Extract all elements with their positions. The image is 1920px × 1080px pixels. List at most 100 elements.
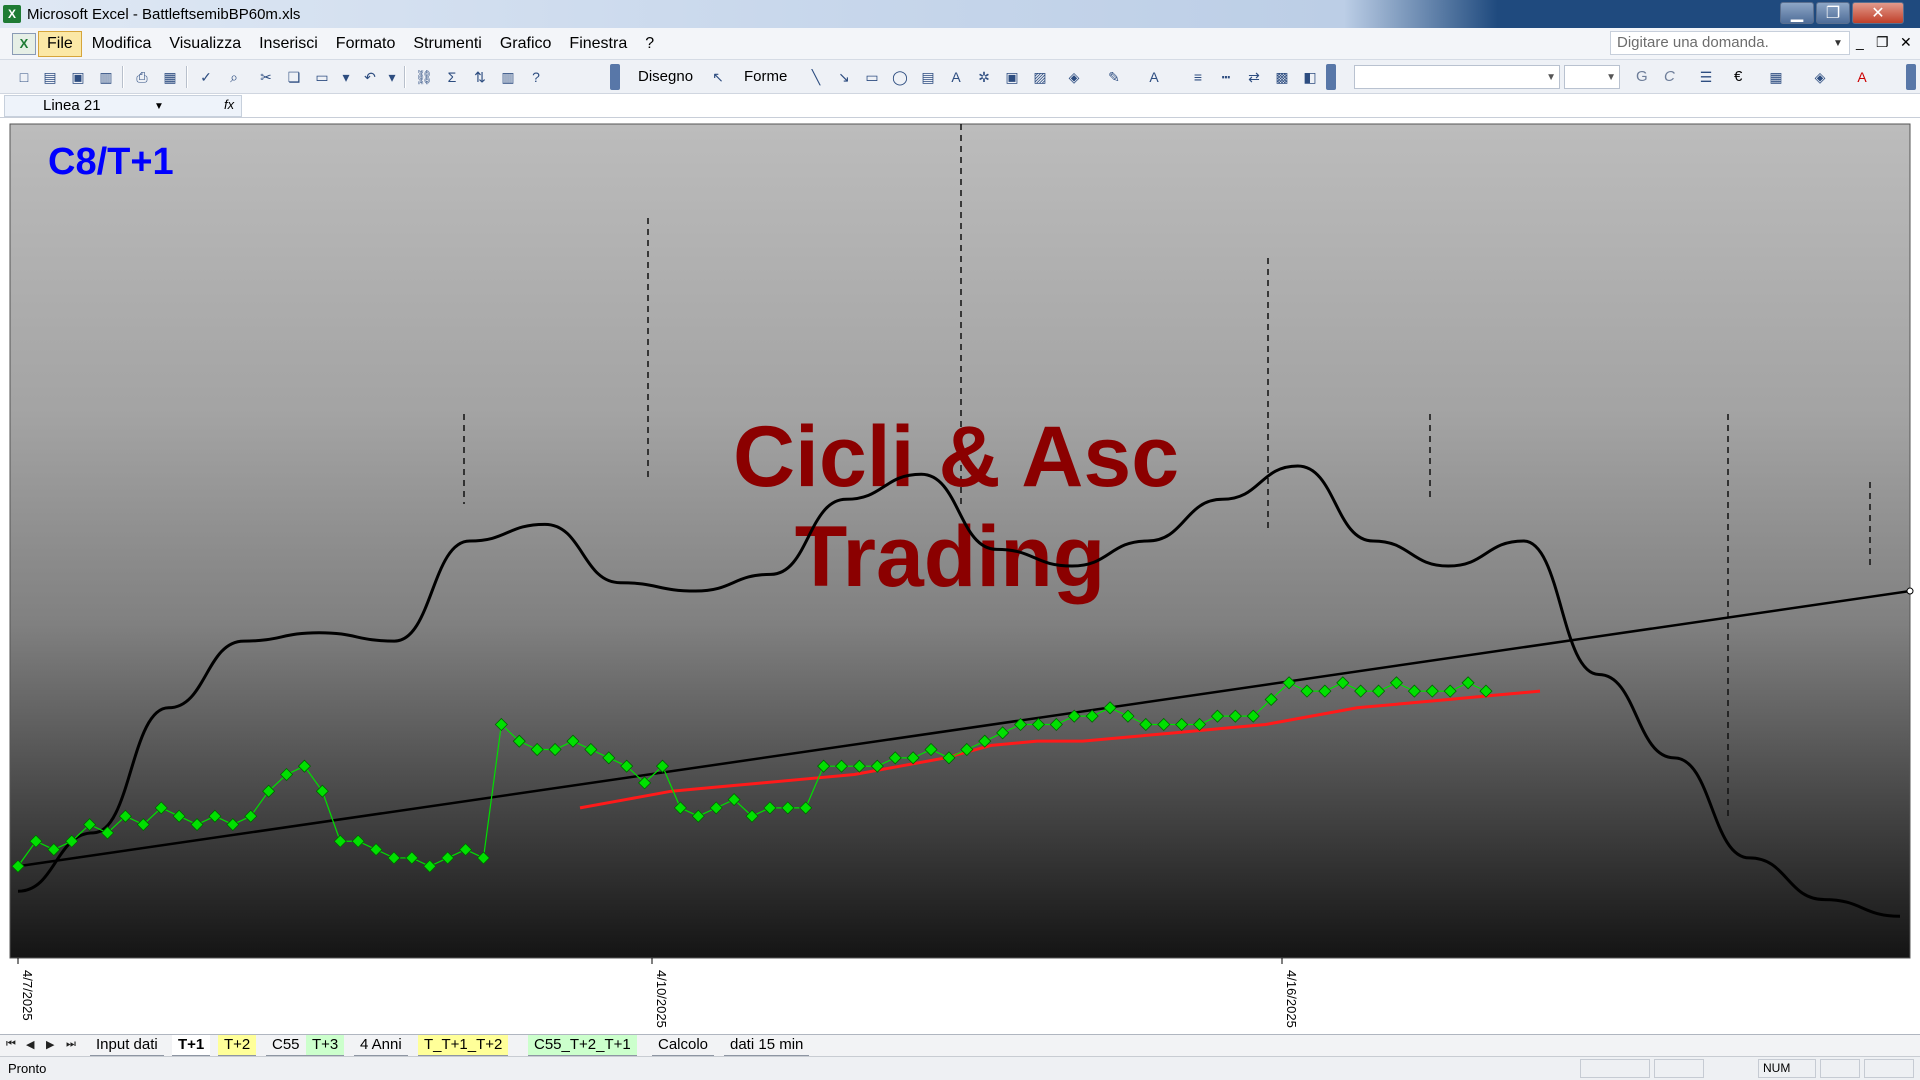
ask-dropdown-icon[interactable]: ▼ [1833,38,1843,49]
arrow-style-icon[interactable]: ⇄ [1244,67,1264,87]
new-icon[interactable]: □ [14,67,34,87]
tab-c55[interactable]: C55 [266,1035,306,1056]
insert-function-icon[interactable]: fx [224,97,234,112]
x-tick-label: 4/16/2025 [1284,970,1299,1028]
italic-button[interactable]: C [1664,68,1675,85]
toolbar-grip[interactable] [1326,64,1336,90]
menu-file[interactable]: File [38,30,82,57]
minimize-button[interactable]: ▁ [1780,2,1814,24]
font-name-combo[interactable]: ▼ [1354,65,1560,89]
autosum-icon[interactable]: Σ [442,67,462,87]
open-icon[interactable]: ▤ [40,67,60,87]
paste-dropdown-icon[interactable]: ▾ [336,67,356,87]
tab-calcolo[interactable]: Calcolo [652,1035,715,1056]
clipart-icon[interactable]: ▣ [1002,67,1022,87]
menu-grafico[interactable]: Grafico [492,32,560,56]
chart-canvas[interactable]: Cicli & Asc Trading C8/T+1 4/7/2025 4/10/… [0,118,1920,1034]
sort-icon[interactable]: ⇅ [470,67,490,87]
watermark-line-2: Trading [795,509,1106,605]
permission-icon[interactable]: ▥ [96,67,116,87]
excel-app-icon[interactable]: X [3,5,21,23]
hyperlink-icon[interactable]: ⛓ [414,67,434,87]
tab-t-plus-3[interactable]: T+3 [306,1035,345,1056]
num-lock-indicator: NUM [1758,1059,1816,1078]
first-sheet-icon[interactable]: ⏮ [6,1038,16,1051]
tab-4-anni[interactable]: 4 Anni [354,1035,408,1056]
picture-icon[interactable]: ▨ [1030,67,1050,87]
text-color-icon[interactable]: A [1852,67,1872,87]
cut-icon[interactable]: ✂ [256,67,276,87]
maximize-button[interactable]: ❐ [1816,2,1850,24]
tab-dati-15-min[interactable]: dati 15 min [724,1035,810,1056]
formula-bar: Linea 21 ▼ fx [0,94,1920,118]
name-box[interactable]: Linea 21 [4,95,242,117]
menu-modifica[interactable]: Modifica [84,32,160,56]
name-box-dropdown-icon[interactable]: ▼ [154,101,164,112]
x-tick-label: 4/10/2025 [654,970,669,1028]
line-style-icon[interactable]: ≡ [1188,67,1208,87]
tab-input-dati[interactable]: Input dati [90,1035,164,1056]
tab-t-t1-t2[interactable]: T_T+1_T+2 [418,1035,509,1056]
bold-button[interactable]: G [1636,68,1648,85]
chart-area[interactable]: Cicli & Asc Trading C8/T+1 4/7/2025 4/10/… [0,118,1920,1034]
toolbar-grip[interactable] [1906,64,1916,90]
last-sheet-icon[interactable]: ⏭ [66,1038,76,1051]
line-color-icon[interactable]: ✎ [1104,67,1124,87]
ask-question-input[interactable]: Digitare una domanda. [1610,31,1850,55]
tab-t-plus-1[interactable]: T+1 [172,1035,211,1056]
wordart-icon[interactable]: A [946,67,966,87]
menu-visualizza[interactable]: Visualizza [161,32,249,56]
doc-minimize-icon[interactable]: _ [1856,34,1864,50]
paste-icon[interactable]: ▭ [312,67,332,87]
menu-strumenti[interactable]: Strumenti [405,32,489,56]
help-icon[interactable]: ? [526,67,546,87]
rectangle-icon[interactable]: ▭ [862,67,882,87]
status-cell [1654,1059,1704,1078]
tab-c55-t2-t1[interactable]: C55_T+2_T+1 [528,1035,637,1056]
toolbar-grip[interactable] [610,64,620,90]
drawing-menu[interactable]: Disegno [638,68,693,85]
diagram-icon[interactable]: ✲ [974,67,994,87]
borders-icon[interactable]: ▦ [1766,67,1786,87]
3d-icon[interactable]: ◧ [1300,67,1320,87]
fill-bucket-icon[interactable]: ◈ [1810,67,1830,87]
oval-icon[interactable]: ◯ [890,67,910,87]
select-objects-icon[interactable]: ↖ [708,67,728,87]
menu-help[interactable]: ? [637,32,662,56]
undo-dropdown-icon[interactable]: ▾ [382,67,402,87]
shapes-menu[interactable]: Forme [744,68,787,85]
print-icon[interactable]: ⎙ [132,67,152,87]
doc-restore-icon[interactable]: ❐ [1876,34,1889,51]
tab-t-plus-2[interactable]: T+2 [218,1035,257,1056]
font-size-combo[interactable]: ▼ [1564,65,1620,89]
shadow-icon[interactable]: ▩ [1272,67,1292,87]
euro-button[interactable]: € [1734,68,1742,85]
fill-color-icon[interactable]: ◈ [1064,67,1084,87]
close-button[interactable]: ✕ [1852,2,1904,24]
font-color-icon[interactable]: A [1144,67,1164,87]
print-preview-icon[interactable]: ▦ [160,67,180,87]
spelling-icon[interactable]: ✓ [196,67,216,87]
textbox-icon[interactable]: ▤ [918,67,938,87]
status-cell [1820,1059,1860,1078]
chart-label: C8/T+1 [48,141,174,183]
title-bar: X Microsoft Excel - BattleftsemibBP60m.x… [0,0,1920,28]
chart-wizard-icon[interactable]: ▥ [498,67,518,87]
dash-style-icon[interactable]: ┅ [1216,67,1236,87]
undo-icon[interactable]: ↶ [360,67,380,87]
doc-close-icon[interactable]: ✕ [1900,34,1912,51]
research-icon[interactable]: ⌕ [224,67,244,87]
menu-formato[interactable]: Formato [328,32,404,56]
arrow-icon[interactable]: ↘ [834,67,854,87]
copy-icon[interactable]: ❏ [284,67,304,87]
toolbar-separator [404,66,406,88]
line-icon[interactable]: ╲ [806,67,826,87]
menu-finestra[interactable]: Finestra [561,32,635,56]
status-cell [1864,1059,1914,1078]
align-center-icon[interactable]: ☰ [1696,67,1716,87]
menu-inserisci[interactable]: Inserisci [251,32,326,56]
next-sheet-icon[interactable]: ▶ [46,1038,54,1051]
workbook-icon[interactable]: X [12,32,36,55]
prev-sheet-icon[interactable]: ◀ [26,1038,34,1051]
save-icon[interactable]: ▣ [68,67,88,87]
